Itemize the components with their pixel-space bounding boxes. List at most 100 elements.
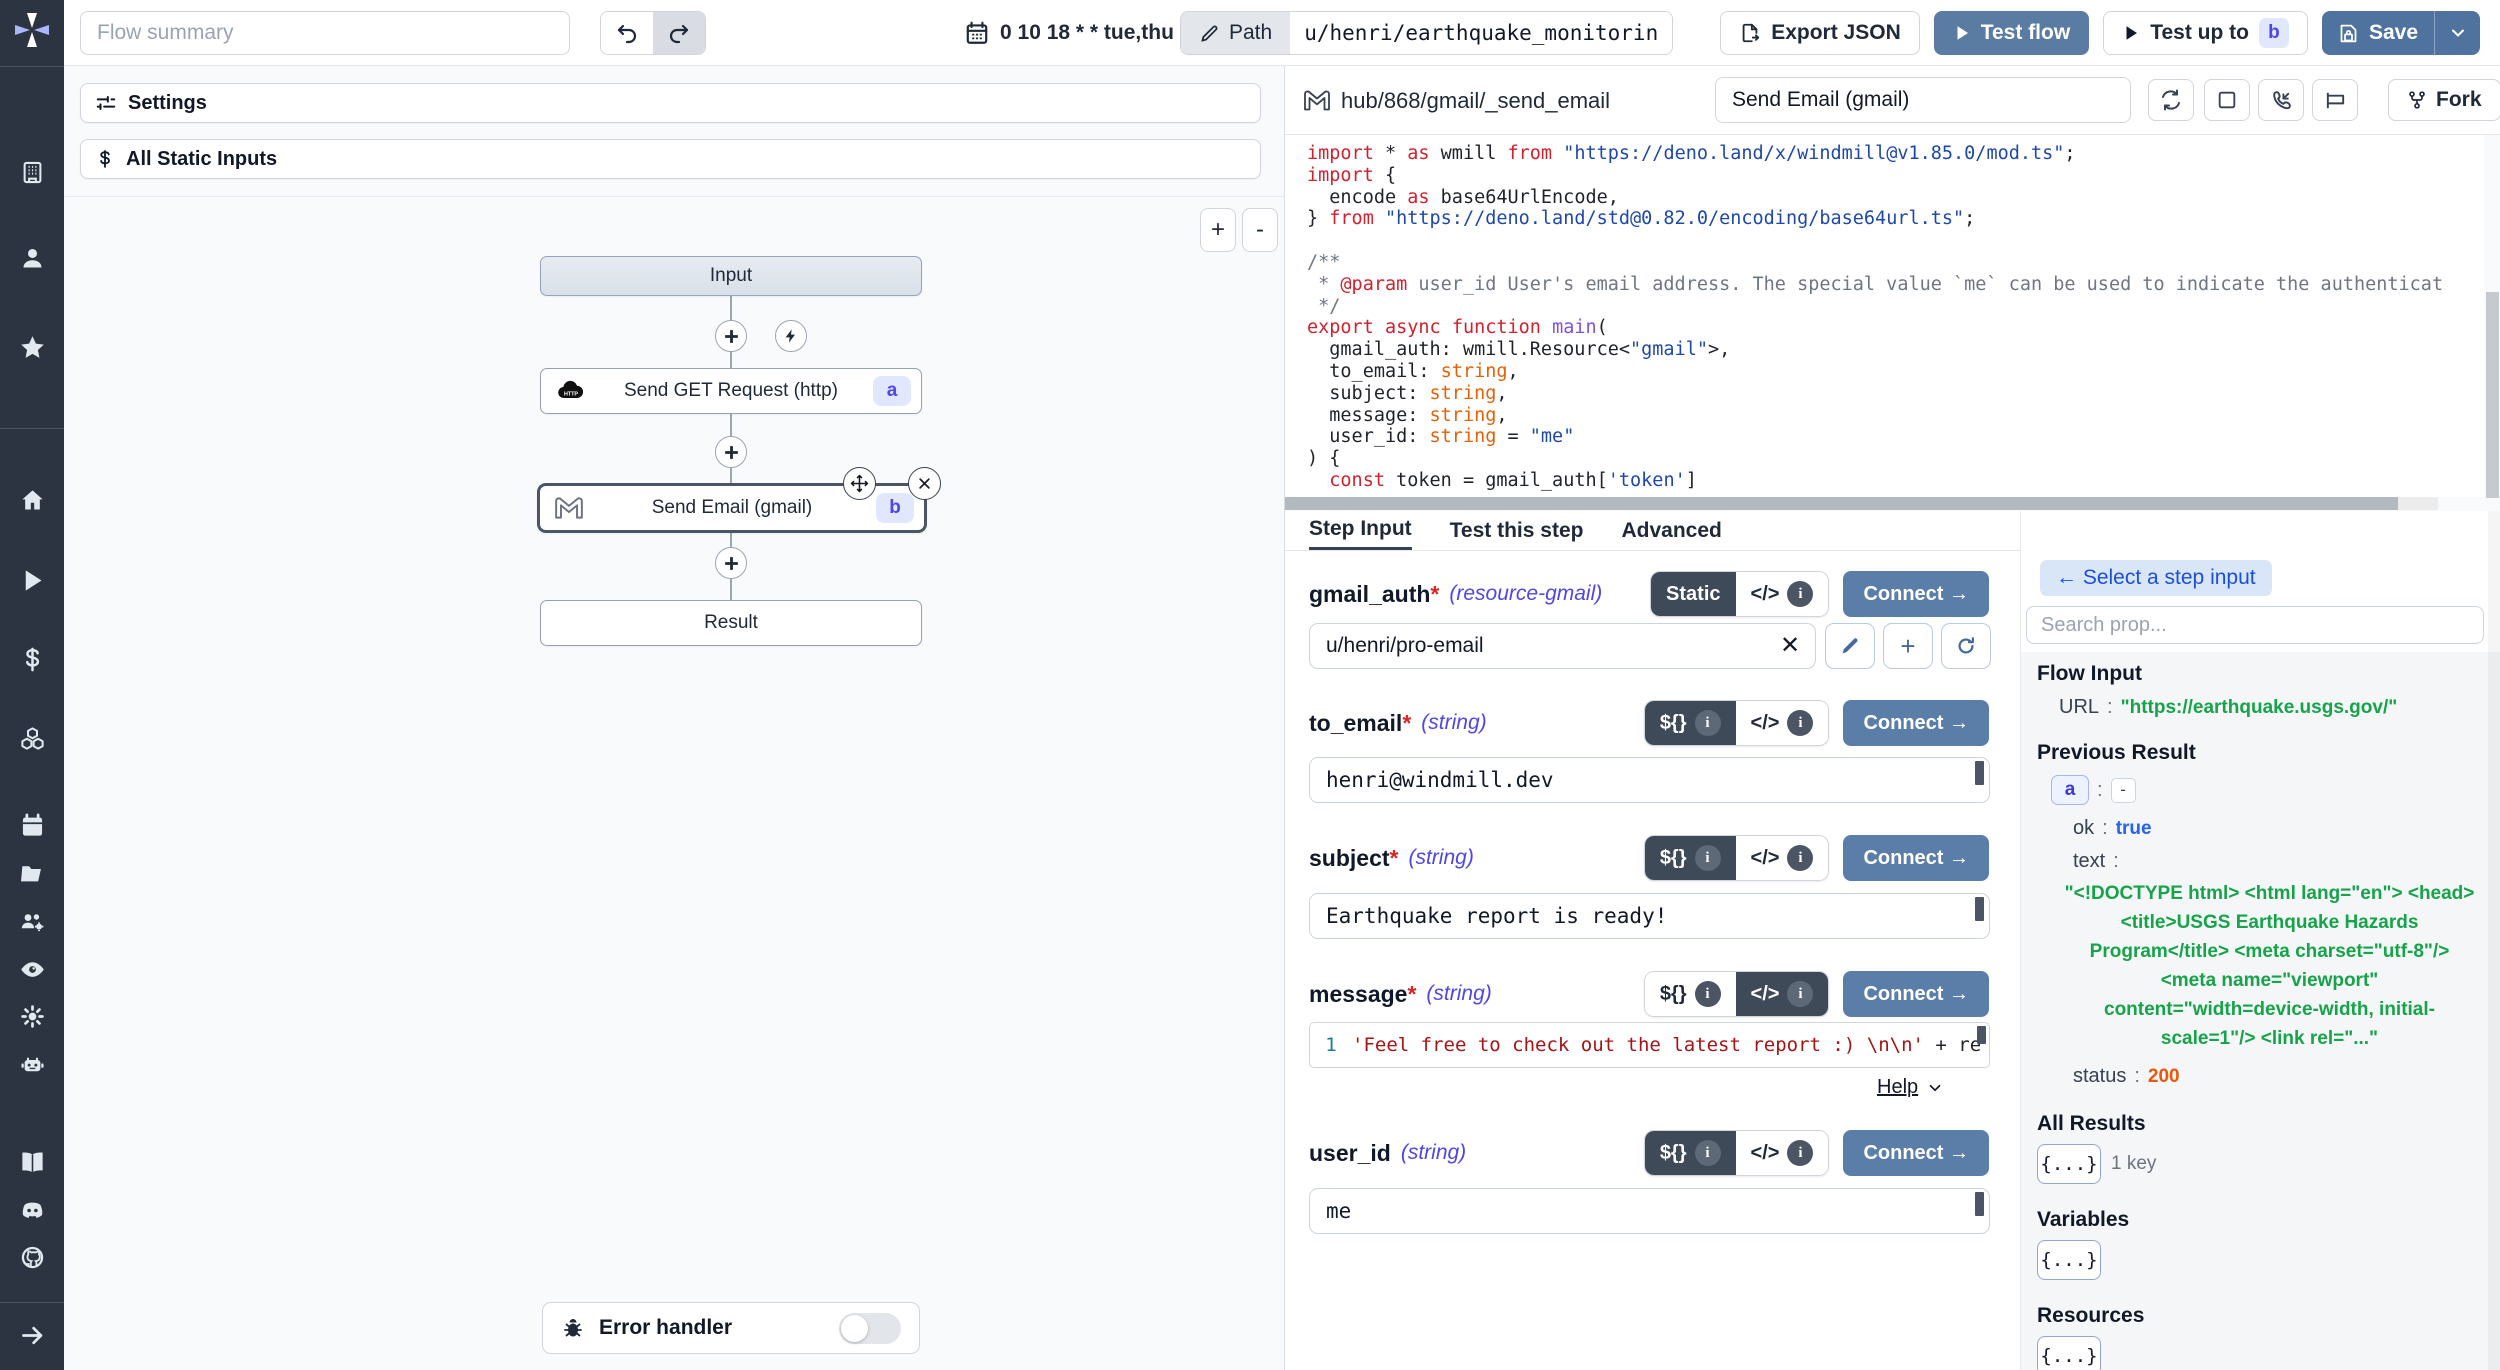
trigger-bolt-button[interactable] <box>775 320 807 352</box>
test-up-to-button[interactable]: Test up to b <box>2103 11 2308 55</box>
connect-button[interactable]: Connect → <box>1843 971 1989 1017</box>
all-static-inputs-button[interactable]: All Static Inputs <box>80 139 1261 179</box>
add-step-button[interactable] <box>715 320 747 352</box>
mode-code[interactable]: </>i <box>1736 701 1829 745</box>
flow-input-url-row[interactable]: URL : "https://earthquake.usgs.gov/" <box>2059 696 2486 719</box>
tab-test-this-step[interactable]: Test this step <box>1450 511 1584 550</box>
connect-button[interactable]: Connect → <box>1843 1130 1989 1176</box>
mode-template[interactable]: ${}i <box>1645 972 1736 1016</box>
tab-advanced[interactable]: Advanced <box>1621 511 1721 550</box>
mode-template[interactable]: ${}i <box>1645 836 1736 880</box>
resources-expand-button[interactable]: {...} <box>2037 1336 2101 1370</box>
undo-button[interactable] <box>601 12 653 54</box>
select-step-input-button[interactable]: ← Select a step input <box>2040 560 2272 596</box>
audit-eye-icon[interactable] <box>17 954 47 984</box>
code-horizontal-scrollbar[interactable] <box>1285 497 2438 510</box>
gmail-auth-resource-input[interactable] <box>1309 623 1816 669</box>
schedules-calendar-icon[interactable] <box>17 810 47 840</box>
export-json-button[interactable]: Export JSON <box>1720 11 1920 55</box>
schedule-display[interactable]: 0 10 18 * * tue,thu <box>964 0 1174 66</box>
to-email-input[interactable] <box>1309 757 1990 803</box>
edit-path-button[interactable]: Path <box>1181 12 1290 54</box>
info-icon[interactable]: i <box>1787 1140 1813 1166</box>
docs-book-icon[interactable] <box>17 1147 47 1177</box>
info-icon[interactable]: i <box>1787 981 1813 1007</box>
zoom-in-button[interactable]: + <box>1200 208 1236 252</box>
mode-code[interactable]: </>i <box>1736 1131 1829 1175</box>
runs-play-icon[interactable] <box>17 565 47 595</box>
fork-script-button[interactable]: Fork <box>2388 79 2500 121</box>
info-icon[interactable]: i <box>1787 710 1813 736</box>
subject-input[interactable] <box>1309 893 1990 939</box>
delete-step-button[interactable] <box>908 467 941 500</box>
edit-resource-button[interactable] <box>1825 623 1875 669</box>
connect-button[interactable]: Connect → <box>1843 700 1989 746</box>
mode-code[interactable]: </>i <box>1736 572 1829 616</box>
input-scrollbar[interactable] <box>1975 761 1984 785</box>
step-title-input[interactable] <box>1715 77 2131 123</box>
add-resource-button[interactable]: + <box>1883 623 1933 669</box>
mode-template[interactable]: ${}i <box>1645 701 1736 745</box>
expand-editor-button[interactable] <box>2204 79 2250 121</box>
workers-robot-icon[interactable] <box>17 1049 47 1079</box>
move-step-handle[interactable] <box>843 467 876 500</box>
tab-step-input[interactable]: Step Input <box>1309 511 1412 550</box>
user-id-input[interactable] <box>1309 1188 1990 1234</box>
resources-cubes-icon[interactable] <box>17 723 47 753</box>
info-icon[interactable]: i <box>1695 1140 1721 1166</box>
webhook-phone-button[interactable] <box>2258 79 2304 121</box>
home-icon[interactable] <box>17 485 47 515</box>
input-scrollbar[interactable] <box>1975 1192 1984 1216</box>
discord-icon[interactable] <box>17 1195 47 1225</box>
error-handler-card[interactable]: Error handler <box>542 1302 920 1354</box>
text-value[interactable]: "<!DOCTYPE html> <html lang="en"> <head>… <box>2063 879 2476 1053</box>
groups-users-gear-icon[interactable] <box>17 906 47 936</box>
flow-node-send-email-selected[interactable]: Send Email (gmail) b <box>537 483 927 533</box>
connect-button[interactable]: Connect → <box>1843 571 1989 617</box>
collapse-arrow-right-icon[interactable] <box>17 1320 47 1350</box>
flow-node-result[interactable]: Result <box>540 600 922 646</box>
all-results-expand-button[interactable]: {...} <box>2037 1144 2101 1184</box>
clear-resource-button[interactable]: ✕ <box>1780 631 1800 660</box>
info-icon[interactable]: i <box>1787 581 1813 607</box>
refresh-resource-button[interactable] <box>1941 623 1991 669</box>
zoom-out-button[interactable]: - <box>1242 208 1278 252</box>
settings-gear-icon[interactable] <box>17 1001 47 1031</box>
step-a-badge[interactable]: a <box>2051 775 2089 805</box>
editor-scrollbar[interactable] <box>1977 1026 1986 1044</box>
add-step-button[interactable] <box>715 436 747 468</box>
message-code-editor[interactable]: 1 'Feel free to check out the latest rep… <box>1309 1022 1990 1068</box>
code-editor[interactable]: import * as wmill from "https://deno.lan… <box>1285 135 2484 497</box>
code-vertical-scrollbar[interactable] <box>2486 292 2499 498</box>
help-link[interactable]: Help <box>1877 1076 1944 1099</box>
workspace-icon[interactable] <box>17 157 47 187</box>
info-icon[interactable]: i <box>1695 710 1721 736</box>
save-dropdown-button[interactable] <box>2434 11 2480 55</box>
flow-summary-input[interactable] <box>80 11 570 55</box>
prop-row-ok[interactable]: ok : true <box>2073 817 2486 840</box>
mode-static[interactable]: Static <box>1651 572 1735 616</box>
connect-button[interactable]: Connect → <box>1843 835 1989 881</box>
prop-row-status[interactable]: status : 200 <box>2073 1065 2486 1088</box>
collapse-button[interactable]: - <box>2111 778 2136 803</box>
mode-code[interactable]: </>i <box>1736 972 1829 1016</box>
scrollbar-thumb[interactable] <box>1285 497 2398 510</box>
user-icon[interactable] <box>17 243 47 273</box>
favorites-star-icon[interactable] <box>17 332 47 362</box>
diff-flag-button[interactable] <box>2312 79 2358 121</box>
info-icon[interactable]: i <box>1695 981 1721 1007</box>
variables-expand-button[interactable]: {...} <box>2037 1240 2101 1280</box>
info-icon[interactable]: i <box>1787 845 1813 871</box>
windmill-logo-icon[interactable] <box>12 10 52 50</box>
flow-node-get-request[interactable]: HTTP Send GET Request (http) a <box>540 368 922 414</box>
error-handler-toggle[interactable] <box>839 1313 901 1344</box>
url-value[interactable]: "https://earthquake.usgs.gov/" <box>2121 697 2398 719</box>
search-prop-input[interactable] <box>2026 606 2484 644</box>
info-icon[interactable]: i <box>1695 845 1721 871</box>
window-scrollbar-track[interactable] <box>2488 511 2500 1370</box>
github-icon[interactable] <box>17 1242 47 1272</box>
flow-node-input[interactable]: Input <box>540 256 922 296</box>
input-scrollbar[interactable] <box>1975 897 1984 921</box>
prop-row-text[interactable]: text : <box>2073 850 2486 873</box>
add-step-button[interactable] <box>715 547 747 579</box>
